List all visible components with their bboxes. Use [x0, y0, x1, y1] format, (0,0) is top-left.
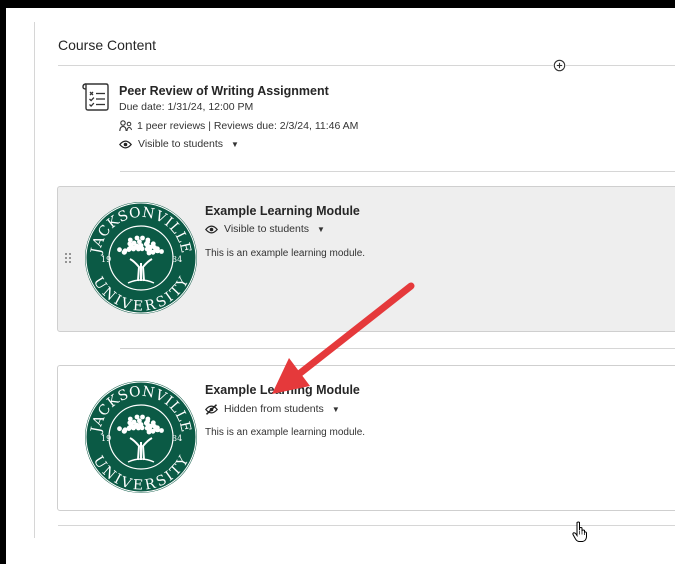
visibility-label: Hidden from students	[224, 403, 324, 415]
chevron-down-icon: ▼	[317, 224, 325, 234]
peer-review-icon	[119, 120, 132, 132]
university-logo: JACKSONVILLE UNIVERSITY19 34	[85, 202, 197, 315]
drag-handle-icon[interactable]	[64, 252, 72, 264]
svg-text:34: 34	[172, 255, 182, 264]
peer-reviews-info: 1 peer reviews | Reviews due: 2/3/24, 11…	[119, 120, 358, 132]
peer-reviews-text: 1 peer reviews | Reviews due: 2/3/24, 11…	[137, 120, 359, 132]
add-content-button[interactable]	[553, 59, 566, 72]
item-divider	[120, 348, 675, 349]
svg-text:34: 34	[172, 434, 182, 443]
visibility-label: Visible to students	[138, 138, 224, 150]
module-visibility-dropdown[interactable]: Visible to students ▼	[205, 223, 325, 235]
assignment-icon	[82, 83, 109, 111]
module-visibility-dropdown[interactable]: Hidden from students ▼	[205, 403, 340, 415]
visibility-label: Visible to students	[224, 223, 310, 235]
svg-text:19: 19	[101, 255, 111, 264]
module-description: This is an example learning module.	[205, 427, 366, 438]
hand-cursor-icon	[572, 521, 587, 542]
left-divider	[34, 22, 35, 538]
section-title: Course Content	[58, 37, 157, 53]
chevron-down-icon: ▼	[231, 139, 239, 149]
eye-slash-icon	[205, 403, 218, 415]
svg-text:19: 19	[101, 434, 111, 443]
course-content-page: Course Content Peer Review of Writing As…	[6, 8, 675, 564]
university-logo: JACKSONVILLE UNIVERSITY19 34	[85, 381, 197, 494]
chevron-down-icon: ▼	[331, 404, 340, 414]
module-title-link[interactable]: Example Learning Module	[205, 204, 360, 218]
eye-icon	[205, 225, 218, 233]
add-icon	[553, 59, 566, 72]
assignment-title-link[interactable]: Peer Review of Writing Assignment	[119, 84, 329, 98]
eye-icon	[119, 140, 132, 148]
module-description: This is an example learning module.	[205, 248, 366, 259]
module-title-link[interactable]: Example Learning Module	[205, 383, 360, 397]
assignment-visibility-dropdown[interactable]: Visible to students ▼	[119, 138, 239, 150]
title-divider	[58, 65, 675, 66]
item-divider	[120, 171, 675, 172]
assignment-due-date: Due date: 1/31/24, 12:00 PM	[119, 101, 254, 113]
